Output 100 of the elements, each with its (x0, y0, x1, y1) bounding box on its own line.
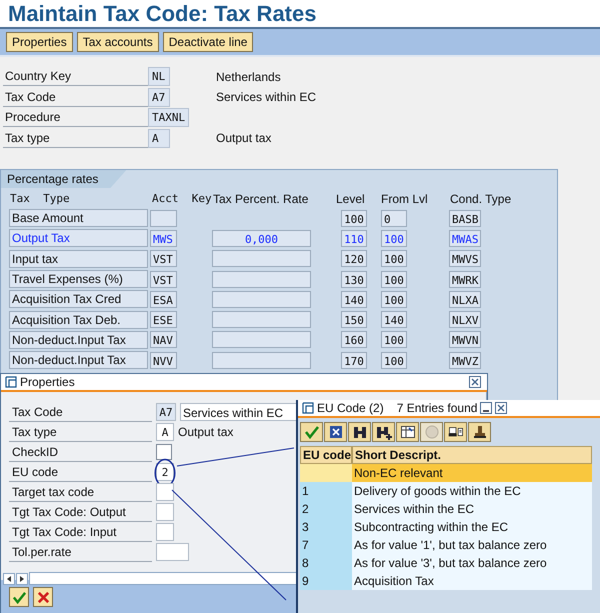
field-label: Tol.per.rate (9, 542, 152, 562)
level-field: 140 (341, 290, 367, 308)
input-field[interactable] (156, 523, 174, 541)
print-button[interactable] (444, 422, 467, 442)
field-label: Tax Code (9, 402, 152, 422)
tax-type-field: Acquisition Tax Cred (9, 290, 148, 308)
accept-button[interactable] (300, 422, 323, 442)
rate-input-field[interactable] (212, 270, 311, 288)
column-header: Short Descript. (352, 446, 592, 464)
table-icon (400, 424, 416, 440)
rate-input-field[interactable] (212, 331, 311, 348)
tax-type-field: Acquisition Tax Deb. (9, 310, 148, 329)
find-next-button[interactable] (372, 422, 395, 442)
list-row[interactable]: 2 Services within the EC (300, 500, 592, 518)
level-field: 100 (341, 210, 367, 227)
acct-key-field: ESA (150, 290, 177, 308)
tax-type-field: Input tax (9, 250, 148, 268)
rate-input-field[interactable]: 0,000 (212, 230, 311, 247)
cancel-icon (36, 590, 50, 604)
cond-type-field: MWVZ (449, 352, 481, 369)
from-level-field: 100 (381, 230, 407, 247)
from-level-field: 100 (381, 290, 407, 308)
from-level-field: 0 (381, 210, 407, 227)
field-label: Target tax code (9, 482, 152, 502)
column-header: EU code (300, 446, 352, 464)
code-cell: 7 (300, 536, 352, 554)
input-field[interactable] (156, 543, 189, 561)
cond-type-field: NLXA (449, 290, 481, 308)
cond-type-field: MWVS (449, 250, 481, 268)
close-icon[interactable] (469, 376, 481, 388)
confirm-button[interactable] (9, 587, 29, 607)
cancel-button[interactable] (324, 422, 347, 442)
toolbar-button[interactable]: Properties (6, 32, 73, 52)
minimize-icon[interactable] (480, 402, 492, 414)
window-title: Maintain Tax Code: Tax Rates (0, 0, 600, 29)
code-cell: 1 (300, 482, 352, 500)
rate-input-field[interactable] (212, 290, 311, 308)
rate-input-field[interactable] (212, 352, 311, 369)
rate-input-field[interactable] (212, 311, 311, 328)
input-field[interactable]: A7 (156, 403, 176, 421)
restrict-button[interactable] (396, 422, 419, 442)
input-field[interactable]: A (156, 423, 174, 441)
input-field[interactable] (156, 503, 174, 521)
level-field: 130 (341, 270, 367, 288)
acct-key-field: ESE (150, 311, 177, 328)
code-cell: 8 (300, 554, 352, 572)
tax-type-field: Base Amount (9, 209, 148, 228)
tax-type-field: Output Tax (9, 229, 148, 248)
from-level-field: 100 (381, 352, 407, 369)
value-field: A7 (148, 88, 170, 107)
input-field[interactable] (156, 483, 174, 501)
check-icon (12, 590, 26, 604)
window-icon (5, 376, 17, 388)
description-cell: Subcontracting within the EC (352, 518, 592, 536)
acct-key-field (150, 210, 177, 227)
rate-input-field[interactable] (212, 250, 311, 268)
description-cell: Services within the EC (352, 500, 592, 518)
tax-type-field: Non-deduct.Input Tax (9, 351, 148, 370)
level-field: 120 (341, 250, 367, 268)
field-label: Tax type (9, 422, 152, 442)
settings-button[interactable] (468, 422, 491, 442)
list-row[interactable]: 9 Acquisition Tax (300, 572, 592, 590)
find-button[interactable] (348, 422, 371, 442)
description-cell: Delivery of goods within the EC (352, 482, 592, 500)
cond-type-field: MWVN (449, 331, 481, 348)
level-field: 110 (341, 230, 367, 247)
tax-type-field: Travel Expenses (%) (9, 270, 148, 288)
list-row[interactable]: Non-EC relevant (300, 464, 592, 482)
acct-key-field: NAV (150, 331, 177, 348)
binoculars-plus-icon (376, 424, 392, 440)
code-cell: 3 (300, 518, 352, 536)
input-field[interactable]: 2 (156, 463, 174, 481)
list-row[interactable]: 7 As for value '1', but tax balance zero (300, 536, 592, 554)
acct-key-field: VST (150, 250, 177, 268)
close-icon[interactable] (495, 402, 508, 414)
value-field: A (148, 128, 170, 148)
column-header: Tax Percent. Rate (213, 192, 310, 208)
list-row[interactable]: 8 As for value '3', but tax balance zero (300, 554, 592, 572)
toolbar-button[interactable]: Deactivate line (162, 32, 254, 52)
list-row[interactable]: 1 Delivery of goods within the EC (300, 482, 592, 500)
toolbar-button[interactable]: Tax accounts (76, 32, 159, 52)
description-cell: Acquisition Tax (352, 572, 592, 590)
field-label: Tgt Tax Code: Output (9, 502, 152, 522)
checkbox[interactable] (156, 444, 172, 460)
cancel-button[interactable] (33, 587, 53, 607)
field-description: Services within EC (216, 90, 316, 104)
scroll-left-icon[interactable] (3, 572, 15, 584)
from-level-field: 140 (381, 311, 407, 328)
field-label: Tgt Tax Code: Input (9, 522, 152, 542)
description-cell: As for value '3', but tax balance zero (352, 554, 592, 572)
scroll-right-icon[interactable] (16, 572, 28, 584)
cond-type-field: BASB (449, 210, 481, 227)
value-field: TAXNL (148, 108, 190, 128)
field-description: Output tax (216, 131, 272, 146)
field-description: Output tax (178, 425, 234, 439)
list-row[interactable]: 3 Subcontracting within the EC (300, 518, 592, 536)
check-icon (304, 424, 320, 440)
field-label: CheckID (9, 442, 152, 462)
acct-key-field: VST (150, 270, 177, 288)
cond-type-field: MWRK (449, 270, 481, 288)
